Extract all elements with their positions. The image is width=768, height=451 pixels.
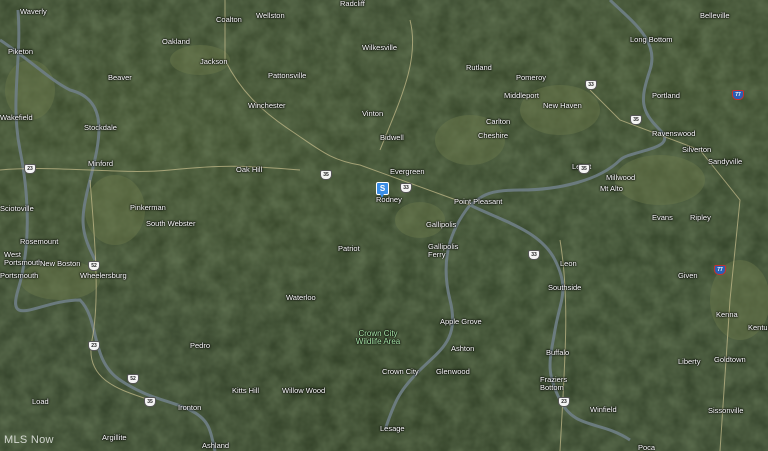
place-label: Buffalo (546, 348, 570, 357)
place-label: Patriot (338, 244, 360, 253)
place-label: Evergreen (390, 167, 425, 176)
place-label: Wilkesville (362, 43, 398, 52)
place-label: Gallipolis (426, 220, 457, 229)
place-label: Wheelersburg (80, 271, 127, 280)
place-label: Ironton (178, 403, 202, 412)
place-label: Radcliff (340, 0, 365, 8)
place-label: Stockdale (84, 123, 117, 132)
route-shield-icon: 77 (732, 90, 744, 100)
place-label: Willow Wood (282, 386, 326, 395)
place-label: Jackson (200, 57, 228, 66)
route-shield-icon: 52 (127, 374, 139, 384)
place-label: Piketon (8, 47, 34, 56)
place-label: Wellston (256, 11, 285, 20)
place-label: Bidwell (380, 133, 404, 142)
place-label: West Portsmouth (4, 250, 43, 267)
place-label: New Haven (543, 101, 582, 110)
place-label: Glenwood (436, 367, 470, 376)
mls-watermark: MLS Now (4, 434, 54, 446)
route-shield-icon: 33 (400, 183, 412, 193)
map-terrain (0, 0, 768, 451)
place-label: Vinton (362, 109, 384, 118)
route-shield-icon: 33 (528, 250, 540, 260)
place-label: Oak Hill (236, 165, 263, 174)
place-label: Mt Alto (600, 184, 623, 193)
place-label: Winfield (590, 405, 617, 414)
route-shield-icon: 77 (714, 265, 726, 275)
place-label: Silverton (682, 145, 712, 154)
place-label: Minford (88, 159, 114, 168)
place-label: Southside (548, 283, 582, 292)
place-label: Pomeroy (516, 73, 547, 82)
place-label: Oakland (162, 37, 190, 46)
place-label: Carlton (486, 117, 511, 126)
place-label: Crown City (382, 367, 419, 376)
place-label: Sissonville (708, 406, 744, 415)
place-label: Sandyville (708, 157, 743, 166)
place-label: Rosemount (20, 237, 59, 246)
route-shield-icon: 35 (630, 115, 642, 125)
route-shield-icon: 23 (88, 341, 100, 351)
place-label: Rutland (466, 63, 492, 72)
place-label: Ashland (202, 441, 230, 450)
place-label: Ripley (690, 213, 711, 222)
place-label: Gallipolis Ferry (428, 242, 459, 259)
place-label: Portland (652, 91, 680, 100)
place-label: Millwood (606, 173, 636, 182)
place-label: Sciotoville (0, 204, 34, 213)
route-shield-icon: 52 (88, 261, 100, 271)
place-label: Ravenswood (652, 129, 696, 138)
place-label: Liberty (678, 357, 701, 366)
route-shield-icon: 23 (558, 397, 570, 407)
place-label: New Boston (40, 259, 81, 268)
place-label: Waterloo (286, 293, 316, 302)
place-label: Poca (638, 443, 656, 451)
route-shield-icon: 35 (144, 397, 156, 407)
place-label: Apple Grove (440, 317, 482, 326)
place-label: Beaver (108, 73, 132, 82)
place-label: Given (678, 271, 698, 280)
place-label: Pattonsville (268, 71, 307, 80)
place-label: Load (32, 397, 49, 406)
route-shield-icon: 35 (578, 164, 590, 174)
place-label: Waverly (20, 7, 47, 16)
place-label: Long Bottom (630, 35, 673, 44)
place-label: Fraziers Bottom (540, 375, 568, 392)
place-label: Evans (652, 213, 673, 222)
property-location-pin[interactable]: S (376, 182, 389, 198)
route-shield-icon: 35 (320, 170, 332, 180)
place-label: Coalton (216, 15, 242, 24)
place-label: Portsmouth (0, 271, 39, 280)
wildlife-area-label: Crown City Wildlife Area (355, 329, 401, 346)
place-label: Winchester (248, 101, 286, 110)
place-label: Wakefield (0, 113, 33, 122)
place-label: Leon (560, 259, 577, 268)
place-label: Belleville (700, 11, 730, 20)
route-shield-icon: 23 (24, 164, 36, 174)
place-label: Kenna (716, 310, 738, 319)
satellite-map[interactable]: Waverly Coalton Wellston Radcliff Belleville… (0, 0, 768, 451)
place-label: Argillite (102, 433, 127, 442)
place-label: Lesage (380, 424, 405, 433)
place-label: Pinkerman (130, 203, 166, 212)
place-label: Ashton (451, 344, 475, 353)
place-label: South Webster (146, 219, 196, 228)
place-label: Pedro (190, 341, 211, 350)
place-label: Point Pleasant (454, 197, 503, 206)
place-label: Cheshire (478, 131, 509, 140)
place-label: Kitts Hill (232, 386, 260, 395)
place-label: Middleport (504, 91, 540, 100)
route-shield-icon: 33 (585, 80, 597, 90)
place-label: Goldtown (714, 355, 746, 364)
place-label: Kentuck (748, 323, 768, 332)
